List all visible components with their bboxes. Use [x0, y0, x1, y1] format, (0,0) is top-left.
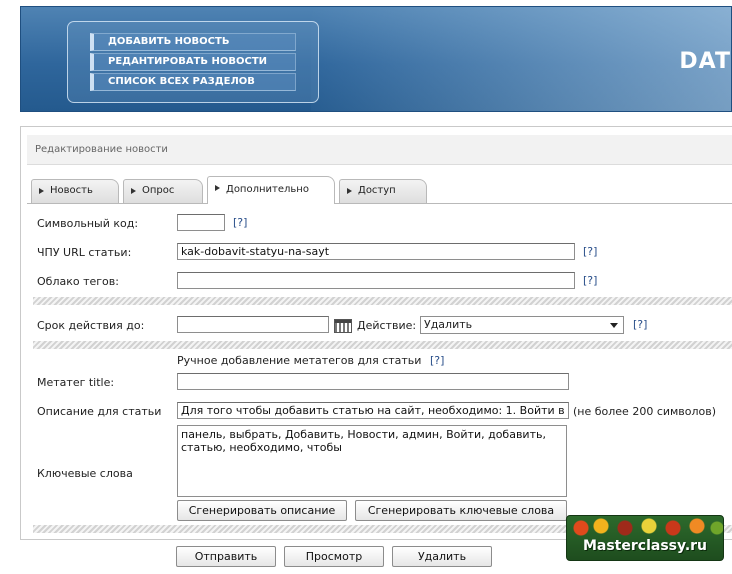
action-label: Действие: [357, 319, 417, 332]
url-label: ЧПУ URL статьи: [37, 246, 132, 259]
submit-button[interactable]: Отправить [176, 546, 276, 567]
action-select-value: Удалить [424, 318, 473, 331]
meta-title-label: Метатег title: [37, 376, 115, 389]
generate-keywords-button[interactable]: Сгенерировать ключевые слова [355, 500, 567, 521]
watermark-text: Masterclassy.ru [582, 538, 708, 554]
chevron-down-icon [610, 323, 618, 328]
menu-edit-news[interactable]: РЕДАНТИРОВАТЬ НОВОСТИ [90, 53, 296, 71]
url-input[interactable]: kak-dobavit-statyu-na-sayt [177, 243, 575, 260]
tab-poll[interactable]: Опрос [123, 179, 203, 203]
meta-help-link[interactable]: [?] [430, 354, 444, 367]
meta-heading: Ручное добавление метатегов для статьи [177, 354, 422, 367]
symbol-code-help-link[interactable]: [?] [233, 216, 247, 229]
url-help-link[interactable]: [?] [583, 245, 597, 258]
symbol-code-input[interactable] [177, 214, 225, 231]
keywords-label: Ключевые слова [37, 467, 133, 480]
tab-news[interactable]: Новость [31, 179, 119, 203]
fruit-decoration-icon [567, 516, 723, 538]
tab-additional[interactable]: Дополнительно [207, 176, 335, 204]
brand-logo-text: DAT [679, 49, 731, 74]
tags-input[interactable] [177, 272, 575, 289]
symbol-code-label: Символьный код: [37, 217, 139, 230]
action-select[interactable]: Удалить [420, 316, 624, 334]
calendar-icon[interactable] [334, 319, 352, 333]
menu-all-sections[interactable]: СПИСОК ВСЕХ РАЗДЕЛОВ [90, 73, 296, 91]
admin-menu: ДОБАВИТЬ НОВОСТЬ РЕДАНТИРОВАТЬ НОВОСТИ С… [67, 21, 319, 103]
panel-title: Редактирование новости [27, 135, 732, 165]
delete-button[interactable]: Удалить [392, 546, 492, 567]
header-banner: ДОБАВИТЬ НОВОСТЬ РЕДАНТИРОВАТЬ НОВОСТИ С… [20, 6, 732, 112]
keywords-textarea[interactable]: панель, выбрать, Добавить, Новости, адми… [177, 425, 567, 497]
action-help-link[interactable]: [?] [633, 318, 647, 331]
section-divider [33, 341, 732, 349]
edit-news-panel: Редактирование новости Новость Опрос Доп… [20, 126, 732, 540]
description-note: (не более 200 символов) [573, 405, 717, 418]
expiry-input[interactable] [177, 316, 329, 333]
menu-add-news[interactable]: ДОБАВИТЬ НОВОСТЬ [90, 33, 296, 51]
description-label: Описание для статьи [37, 405, 162, 418]
section-divider [33, 297, 732, 305]
tab-divider [27, 203, 732, 204]
description-input[interactable]: Для того чтобы добавить статью на сайт, … [177, 402, 569, 419]
meta-title-input[interactable] [177, 373, 569, 390]
tab-access[interactable]: Доступ [339, 179, 427, 203]
site-watermark: Masterclassy.ru [566, 515, 724, 561]
preview-button[interactable]: Просмотр [284, 546, 384, 567]
expiry-label: Срок действия до: [37, 319, 145, 332]
tags-label: Облако тегов: [37, 275, 119, 288]
generate-description-button[interactable]: Сгенерировать описание [177, 500, 347, 521]
tags-help-link[interactable]: [?] [583, 274, 597, 287]
